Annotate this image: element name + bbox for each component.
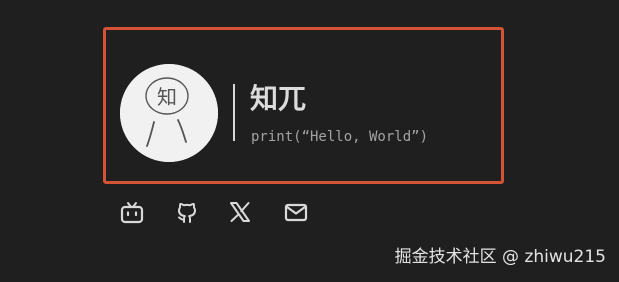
x-twitter-icon[interactable] bbox=[227, 199, 253, 225]
vertical-divider bbox=[233, 84, 235, 141]
avatar: 知 bbox=[120, 64, 218, 162]
avatar-drawing: 知 bbox=[120, 64, 218, 162]
mail-icon[interactable] bbox=[283, 199, 309, 225]
avatar-glyph: 知 bbox=[157, 85, 177, 109]
profile-name: 知兀 bbox=[250, 82, 307, 115]
profile-screen: 知 知兀 print(“Hello, World”) 掘金技术社区 @ zhiw… bbox=[0, 0, 619, 282]
github-icon[interactable] bbox=[174, 199, 200, 225]
bilibili-icon[interactable] bbox=[119, 199, 145, 225]
watermark-text: 掘金技术社区 @ zhiwu215 bbox=[394, 247, 606, 267]
profile-tagline: print(“Hello, World”) bbox=[251, 129, 429, 145]
